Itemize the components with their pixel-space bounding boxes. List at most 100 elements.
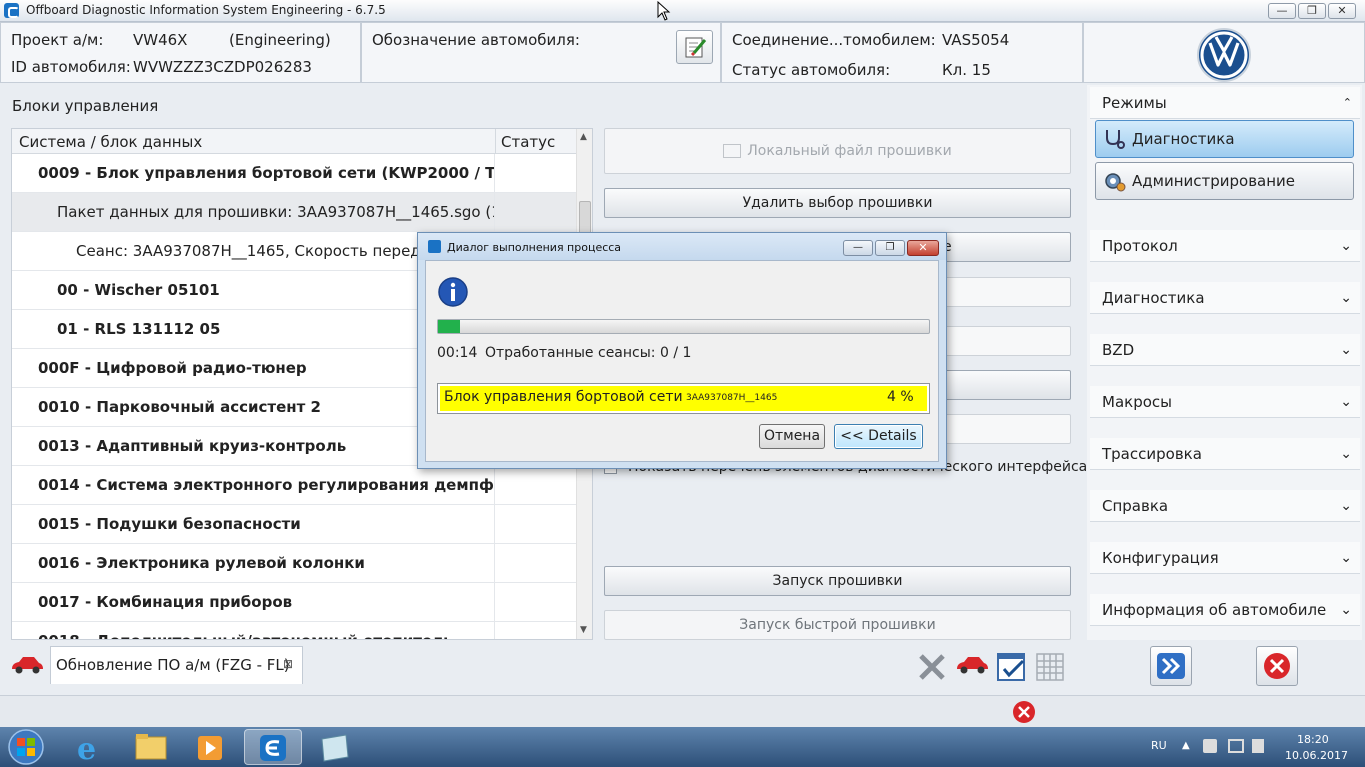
table-row[interactable]: 0014 - Система электронного регулировани…	[12, 466, 576, 505]
table-row[interactable]: 0017 - Комбинация приборов	[12, 583, 576, 622]
minimize-button[interactable]: —	[1268, 3, 1296, 19]
section-0[interactable]: Протокол ⌄	[1090, 230, 1360, 262]
section-4[interactable]: Трассировка ⌄	[1090, 438, 1360, 470]
table-row[interactable]: 0018 - Дополнительный/автономный отопите…	[12, 622, 576, 639]
checklist-icon[interactable]	[996, 651, 1028, 683]
gear-icon	[1105, 173, 1126, 192]
mode-administration-label: Администрирование	[1132, 172, 1296, 190]
dialog-title-bar: Диалог выполнения процесса — ❐ ✕	[418, 233, 946, 260]
task-percent: 4 %	[887, 389, 914, 405]
row-text: 0015 - Подушки безопасности	[38, 515, 301, 533]
folder-icon	[723, 144, 742, 158]
mode-diagnostics-label: Диагностика	[1132, 130, 1235, 148]
delete-selection-button[interactable]: Удалить выбор прошивки	[604, 188, 1071, 218]
disconnect-icon[interactable]	[917, 652, 947, 682]
tray-flag-icon[interactable]	[1203, 739, 1217, 753]
row-text: 0017 - Комбинация приборов	[38, 593, 293, 611]
notepad-pencil-icon	[685, 37, 707, 58]
cancel-button[interactable]: Отмена	[759, 424, 825, 449]
dialog-minimize-button[interactable]: —	[843, 240, 873, 256]
brand-panel	[1083, 22, 1365, 83]
stop-button[interactable]	[1256, 646, 1298, 686]
elapsed-time: 00:14	[437, 345, 478, 361]
task-file: 3AA937087H__1465	[686, 393, 778, 403]
blocks-title: Блоки управления	[12, 97, 159, 115]
section-label: Протокол	[1102, 237, 1178, 255]
start-fast-flash-button[interactable]: Запуск быстрой прошивки	[604, 610, 1071, 640]
section-label: Макросы	[1102, 393, 1172, 411]
start-fast-flash-label: Запуск быстрой прошивки	[739, 617, 936, 633]
mode-diagnostics-button[interactable]: Диагностика	[1095, 120, 1354, 158]
section-label: BZD	[1102, 341, 1135, 359]
task-highlight: Блок управления бортовой сети 3AA937087H…	[440, 386, 927, 411]
progress-bar	[437, 319, 930, 334]
grid-icon[interactable]	[1035, 652, 1065, 682]
clock-time[interactable]: 18:20	[1297, 733, 1329, 746]
table-row[interactable]: 0015 - Подушки безопасности	[12, 505, 576, 544]
tab-firmware-update[interactable]: Обновление ПО а/м (FZG - FL) ⊠	[50, 646, 303, 684]
section-label: Трассировка	[1102, 445, 1202, 463]
chevron-down-icon: ⌄	[1340, 498, 1352, 514]
section-3[interactable]: Макросы ⌄	[1090, 386, 1360, 418]
close-window-button[interactable]: ✕	[1328, 3, 1356, 19]
taskbar-app[interactable]	[306, 729, 364, 765]
folder-icon	[135, 734, 167, 760]
col-divider	[495, 129, 496, 154]
windows-start-icon[interactable]	[6, 728, 46, 766]
row-text: 0014 - Система электронного регулировани…	[38, 476, 495, 494]
table-row[interactable]: Пакет данных для прошивки: 3AA937087H__1…	[12, 193, 576, 232]
taskbar-explorer[interactable]	[122, 729, 180, 765]
chevron-down-icon: ⌄	[1340, 602, 1352, 618]
row-system-cell: 0018 - Дополнительный/автономный отопите…	[12, 622, 495, 639]
row-system-cell: 0014 - Система электронного регулировани…	[12, 466, 495, 504]
section-label: Конфигурация	[1102, 549, 1219, 567]
row-text: 0010 - Парковочный ассистент 2	[38, 398, 321, 416]
table-row[interactable]: 0009 - Блок управления бортовой сети (KW…	[12, 154, 576, 193]
section-1[interactable]: Диагностика ⌄	[1090, 282, 1360, 314]
scroll-up-icon[interactable]: ▲	[580, 132, 587, 142]
taskbar-odis[interactable]	[244, 729, 302, 765]
row-system-cell: 0015 - Подушки безопасности	[12, 505, 495, 543]
dialog-maximize-button[interactable]: ❐	[875, 240, 905, 256]
row-text: Пакет данных для прошивки: 3AA937087H__1…	[57, 203, 495, 221]
tab-close-icon[interactable]: ⊠	[283, 657, 293, 671]
section-7[interactable]: Информация об автомобиле ⌄	[1090, 594, 1360, 626]
section-5[interactable]: Справка ⌄	[1090, 490, 1360, 522]
details-button[interactable]: << Details	[834, 424, 923, 449]
tray-network-icon[interactable]	[1228, 739, 1244, 753]
mouse-cursor-icon	[657, 1, 671, 21]
chevron-down-icon: ⌄	[1340, 342, 1352, 358]
edit-designation-button[interactable]	[676, 30, 713, 64]
dialog-close-button[interactable]: ✕	[907, 240, 939, 256]
vehicle-icon[interactable]	[955, 654, 989, 676]
section-label: Информация об автомобиле	[1102, 601, 1327, 619]
error-icon[interactable]	[1011, 699, 1037, 725]
tray-volume-icon[interactable]	[1252, 739, 1264, 753]
modes-header[interactable]: Режимы ⌃	[1090, 87, 1360, 119]
section-label: Диагностика	[1102, 289, 1205, 307]
row-text: 00 - Wischer 05101	[57, 281, 220, 299]
start-flash-button[interactable]: Запуск прошивки	[604, 566, 1071, 596]
col-status-header[interactable]: Статус	[501, 133, 555, 151]
section-2[interactable]: BZD ⌄	[1090, 334, 1360, 366]
col-system-header[interactable]: Система / блок данных	[19, 133, 202, 151]
red-car-icon	[12, 657, 43, 674]
tray-expand-icon[interactable]: ▲	[1182, 740, 1190, 751]
language-indicator[interactable]: RU	[1151, 739, 1167, 752]
maximize-button[interactable]: ❐	[1298, 3, 1326, 19]
row-text: 01 - RLS 131112 05	[57, 320, 221, 338]
section-6[interactable]: Конфигурация ⌄	[1090, 542, 1360, 574]
taskbar-ie[interactable]: e	[62, 729, 120, 767]
vehicle-status-label: Статус автомобиля:	[732, 61, 891, 79]
scroll-down-icon[interactable]: ▼	[580, 625, 587, 635]
row-text: 0013 - Адаптивный круиз-контроль	[38, 437, 347, 455]
local-file-button[interactable]: Локальный файл прошивки	[604, 128, 1071, 174]
forward-button[interactable]	[1150, 646, 1192, 686]
mode-administration-button[interactable]: Администрирование	[1095, 162, 1354, 200]
project-panel: Проект а/м: VW46X (Engineering) ID автом…	[0, 22, 361, 83]
table-row[interactable]: 0016 - Электроника рулевой колонки	[12, 544, 576, 583]
taskbar-media[interactable]	[182, 729, 240, 765]
chevron-down-icon: ⌄	[1340, 550, 1352, 566]
vehicle-id-value: WVWZZZ3CZDP026283	[133, 58, 312, 76]
clock-date[interactable]: 10.06.2017	[1285, 749, 1348, 762]
